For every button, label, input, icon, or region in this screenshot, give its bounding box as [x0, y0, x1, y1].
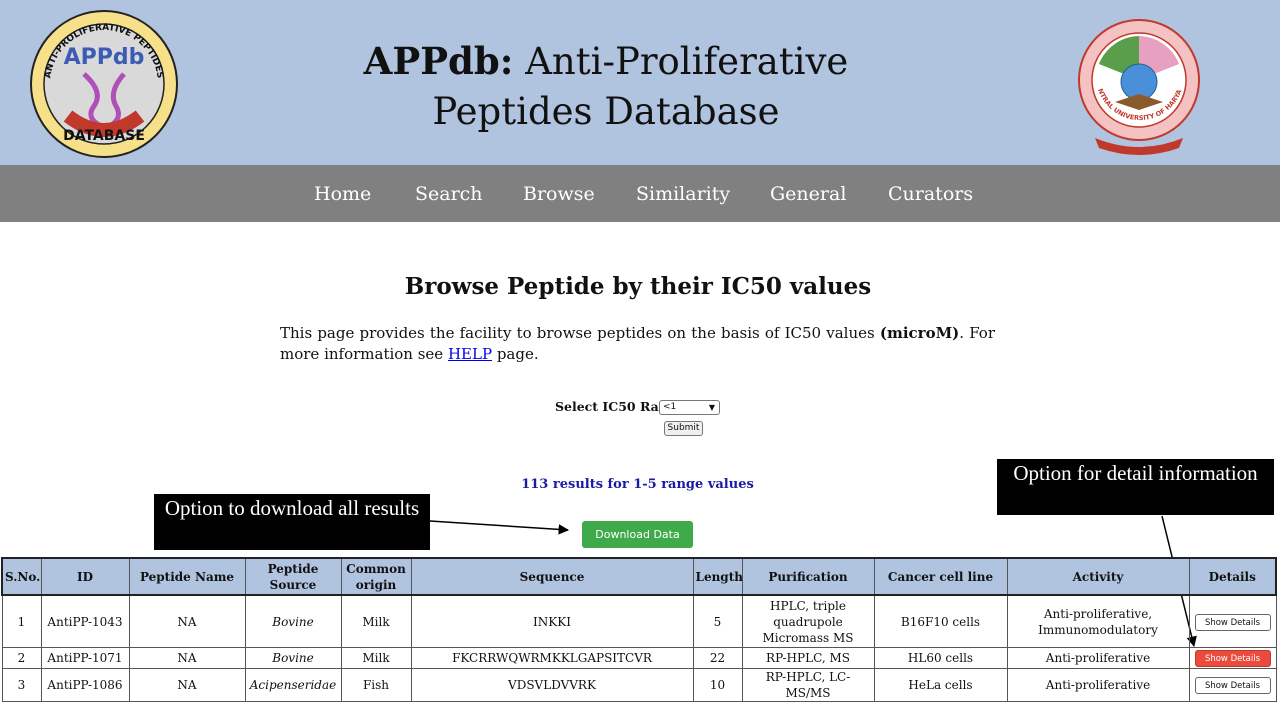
- cell-id: AntiPP-1086: [40, 668, 130, 702]
- svg-text:DATABASE: DATABASE: [63, 128, 145, 144]
- cell-purification: RP-HPLC, LC-MS/MS: [741, 668, 875, 702]
- help-link[interactable]: HELP: [448, 345, 492, 363]
- cell-sequence: VDSVLDVVRK: [410, 668, 694, 702]
- intro-text-3: page.: [492, 345, 539, 363]
- main-nav: Home Search Browse Similarity General Cu…: [0, 165, 1280, 222]
- cell-origin: Fish: [340, 668, 412, 702]
- cell-length: 22: [692, 647, 743, 669]
- col-common-origin: Common origin: [340, 557, 412, 596]
- col-cancer-cell-line: Cancer cell line: [873, 557, 1008, 596]
- download-arrow: [429, 520, 570, 535]
- appdb-logo-icon[interactable]: ANTI-PROLIFERATIVE PEPTIDES APPdb DATABA…: [28, 8, 180, 160]
- cell-source: Acipenseridae: [244, 668, 342, 702]
- site-title: APPdb: Anti-Proliferative Peptides Datab…: [300, 36, 912, 137]
- ic50-range-select[interactable]: <1 ▼: [659, 400, 720, 415]
- cell-name: NA: [128, 668, 246, 702]
- cell-sno: 2: [1, 647, 42, 669]
- site-title-bold: APPdb:: [363, 39, 514, 83]
- cell-name: NA: [128, 594, 246, 648]
- cell-sno: 1: [1, 594, 42, 648]
- nav-home[interactable]: Home: [314, 183, 371, 205]
- download-annotation: Option to download all results: [154, 494, 430, 550]
- cell-details: Show Details: [1188, 594, 1277, 648]
- table-row: 2 AntiPP-1071 NA Bovine Milk FKCRRWQWRMK…: [1, 647, 1277, 669]
- table-header-row: S.No. ID Peptide Name Peptide Source Com…: [1, 557, 1277, 596]
- cell-details: Show Details: [1188, 647, 1277, 669]
- cell-sequence: FKCRRWQWRMKKLGAPSITCVR: [410, 647, 694, 669]
- col-peptide-name: Peptide Name: [128, 557, 246, 596]
- cell-length: 5: [692, 594, 743, 648]
- nav-browse[interactable]: Browse: [523, 183, 595, 205]
- table-row: 3 AntiPP-1086 NA Acipenseridae Fish VDSV…: [1, 668, 1277, 702]
- cell-cell-line: HeLa cells: [873, 668, 1008, 702]
- col-purification: Purification: [741, 557, 875, 596]
- cell-origin: Milk: [340, 594, 412, 648]
- svg-text:APPdb: APPdb: [64, 45, 145, 70]
- cell-source: Bovine: [244, 647, 342, 669]
- page-title: Browse Peptide by their IC50 values: [404, 273, 872, 300]
- col-id: ID: [40, 557, 130, 596]
- col-sequence: Sequence: [410, 557, 694, 596]
- cell-id: AntiPP-1071: [40, 647, 130, 669]
- cell-details: Show Details: [1188, 668, 1277, 702]
- intro-unit: (microM): [879, 324, 960, 342]
- download-data-button[interactable]: Download Data: [582, 521, 693, 548]
- cell-activity: Anti-proliferative: [1006, 668, 1190, 702]
- ic50-range-value: <1: [663, 402, 677, 412]
- nav-general[interactable]: General: [770, 183, 846, 205]
- cell-length: 10: [692, 668, 743, 702]
- intro-text: This page provides the facility to brows…: [280, 324, 880, 342]
- cell-sno: 3: [1, 668, 42, 702]
- table-row: 1 AntiPP-1043 NA Bovine Milk INKKI 5 HPL…: [1, 594, 1277, 648]
- cell-id: AntiPP-1043: [40, 594, 130, 648]
- submit-button[interactable]: Submit: [664, 421, 703, 436]
- col-activity: Activity: [1006, 557, 1190, 596]
- nav-search[interactable]: Search: [415, 183, 483, 205]
- detail-annotation: Option for detail information: [997, 459, 1274, 515]
- cell-purification: HPLC, triple quadrupole Micromass MS: [741, 594, 875, 648]
- cell-origin: Milk: [340, 647, 412, 669]
- site-header: ANTI-PROLIFERATIVE PEPTIDES APPdb DATABA…: [0, 0, 1280, 165]
- cell-purification: RP-HPLC, MS: [741, 647, 875, 669]
- nav-curators[interactable]: Curators: [888, 183, 973, 205]
- col-peptide-source: Peptide Source: [244, 557, 342, 596]
- col-length: Length: [692, 557, 743, 596]
- cell-cell-line: HL60 cells: [873, 647, 1008, 669]
- intro-paragraph: This page provides the facility to brows…: [280, 323, 995, 365]
- show-details-button-highlighted[interactable]: Show Details: [1194, 650, 1271, 667]
- col-sno: S.No.: [1, 557, 42, 596]
- university-seal-icon[interactable]: CENTRAL UNIVERSITY OF HARYANA: [1077, 10, 1202, 155]
- cell-name: NA: [128, 647, 246, 669]
- cell-source: Bovine: [244, 594, 342, 648]
- col-details: Details: [1188, 557, 1277, 596]
- cell-sequence: INKKI: [410, 594, 694, 648]
- cell-cell-line: B16F10 cells: [873, 594, 1008, 648]
- cell-activity: Anti-proliferative: [1006, 647, 1190, 669]
- show-details-button[interactable]: Show Details: [1194, 613, 1271, 631]
- show-details-button[interactable]: Show Details: [1194, 677, 1271, 694]
- nav-similarity[interactable]: Similarity: [636, 183, 730, 205]
- results-table: S.No. ID Peptide Name Peptide Source Com…: [1, 557, 1277, 702]
- cell-activity: Anti-proliferative, Immunomodulatory: [1006, 594, 1190, 648]
- chevron-down-icon: ▼: [708, 403, 715, 412]
